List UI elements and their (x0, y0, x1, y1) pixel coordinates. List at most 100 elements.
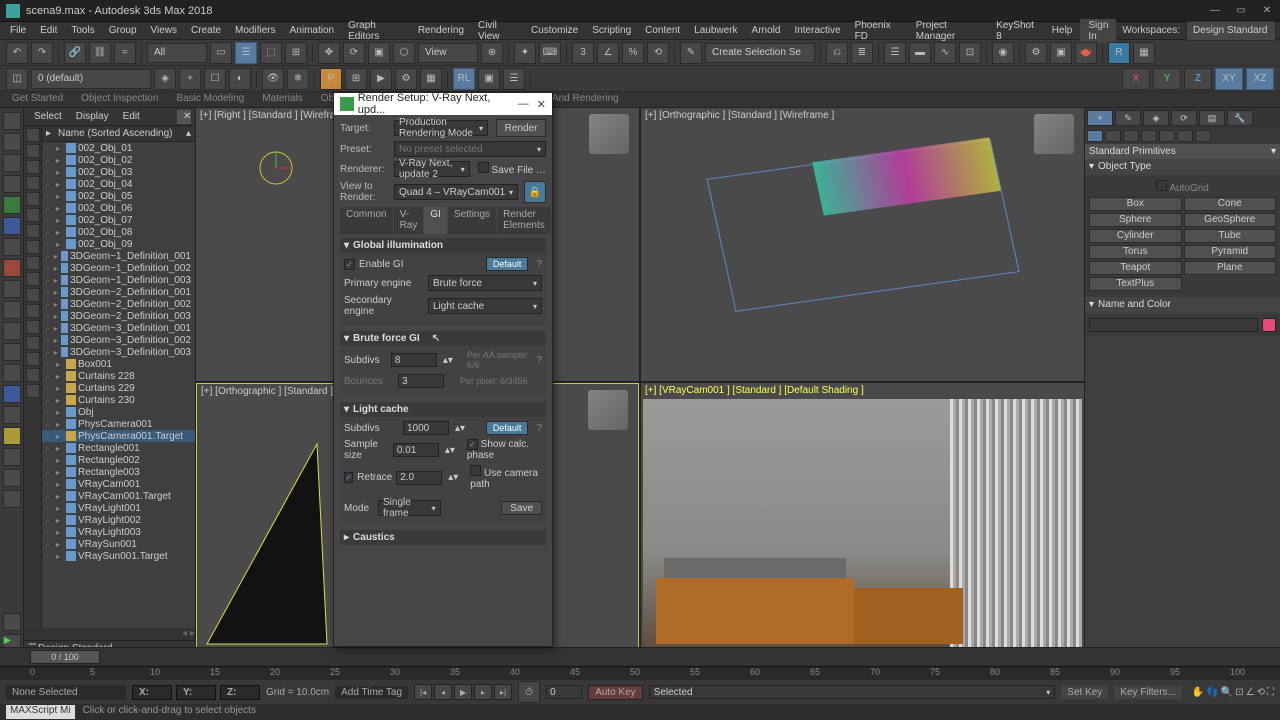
ribbon-inspection[interactable]: Object Inspection (73, 92, 166, 107)
scene-item[interactable]: ◦▸Curtains 229 (42, 382, 195, 394)
secondary-engine-dropdown[interactable]: Light cache (428, 298, 542, 314)
scene-item[interactable]: ◦▸3DGeom~1_Definition_001 (42, 250, 195, 262)
retrace-checkbox[interactable]: ✓ (344, 472, 353, 483)
scene-item[interactable]: ◦▸3DGeom~3_Definition_003 (42, 346, 195, 358)
x-constraint-icon[interactable]: X (1122, 68, 1150, 90)
helper-icon[interactable] (3, 490, 21, 508)
scene-filter-light-icon[interactable] (26, 256, 40, 270)
scene-item[interactable]: ◦▸VRayLight001 (42, 502, 195, 514)
move-icon[interactable]: ✥ (318, 42, 340, 64)
autokey-button[interactable]: Auto Key (588, 685, 643, 700)
scene-item[interactable]: ◦▸Rectangle003 (42, 466, 195, 478)
scene-item[interactable]: ◦▸3DGeom~1_Definition_002 (42, 262, 195, 274)
manipulate-icon[interactable]: ✦ (514, 42, 536, 64)
toggle-ribbon-icon[interactable]: ▬ (909, 42, 931, 64)
prev-frame-icon[interactable]: ◂ (434, 684, 452, 700)
vray-render-icon[interactable]: R (1108, 42, 1130, 64)
scene-tab-select[interactable]: Select (28, 110, 68, 123)
tab-render-elements[interactable]: Render Elements (497, 207, 551, 233)
showcalc-checkbox[interactable]: ✓ (467, 439, 478, 450)
scene-item[interactable]: ◦▸002_Obj_06 (42, 202, 195, 214)
editor-icon[interactable]: ☰ (503, 68, 525, 90)
scene-item[interactable]: ◦▸002_Obj_09 (42, 238, 195, 250)
scene-item[interactable]: ◦▸VRaySun001.Target (42, 550, 195, 562)
freeze-icon[interactable]: ❄ (287, 68, 309, 90)
sub-geometry-icon[interactable] (1087, 130, 1103, 142)
rotate-icon[interactable]: ⟳ (343, 42, 365, 64)
maximize-icon[interactable]: ▭ (1234, 4, 1248, 18)
viewport-top-right[interactable]: [+] [Orthographic ] [Standard ] [Wirefra… (641, 108, 1084, 381)
pan-view-icon[interactable]: ✋ (1192, 687, 1204, 698)
setkey-button[interactable]: Set Key (1061, 686, 1108, 699)
cube-icon[interactable] (3, 343, 21, 361)
object-name-input[interactable] (1089, 318, 1258, 332)
menu-keyshot[interactable]: KeyShot 8 (990, 19, 1044, 43)
scene-filter-bone-icon[interactable] (26, 320, 40, 334)
camera-icon[interactable] (3, 448, 21, 466)
menu-group[interactable]: Group (103, 24, 143, 37)
render-setup-icon[interactable]: ⚙ (1025, 42, 1047, 64)
scale-icon[interactable]: ▣ (368, 42, 390, 64)
tab-settings[interactable]: Settings (448, 207, 496, 233)
gi-default-button[interactable]: Default (486, 257, 529, 271)
primitive-button-geosphere[interactable]: GeoSphere (1184, 213, 1277, 227)
undo-icon[interactable]: ↶ (6, 42, 28, 64)
scene-item[interactable]: ◦▸VRaySun001 (42, 538, 195, 550)
time-slider[interactable]: 0 / 100 (0, 648, 1280, 666)
render-button[interactable]: Render (496, 119, 546, 137)
scene-tab-edit[interactable]: Edit (117, 110, 146, 123)
align-icon[interactable]: ≣ (851, 42, 873, 64)
maximize-vp-icon[interactable]: ⛶ (1267, 687, 1274, 698)
close-icon[interactable]: ✕ (1260, 4, 1274, 18)
scene-search-icon[interactable] (26, 128, 40, 142)
sub-spacewarps-icon[interactable] (1177, 130, 1193, 142)
cmd-tab-display[interactable]: ▤ (1199, 110, 1225, 126)
light-icon[interactable] (3, 427, 21, 445)
scene-expand-icon[interactable] (26, 192, 40, 206)
render-frame-icon[interactable]: ▣ (1050, 42, 1072, 64)
xy-constraint-icon[interactable]: XY (1215, 68, 1243, 90)
primitive-button-tube[interactable]: Tube (1184, 229, 1277, 243)
menu-grapheditor[interactable]: Graph Editors (342, 19, 410, 43)
relax-icon[interactable]: RL (453, 68, 475, 90)
viewcube-icon[interactable] (588, 390, 628, 430)
menu-pm[interactable]: Project Manager (910, 19, 988, 43)
play-anim-icon[interactable]: ▶ (454, 684, 472, 700)
gi-rollout[interactable]: Global illumination (353, 240, 443, 251)
sun-icon[interactable] (3, 406, 21, 424)
link-icon[interactable]: 🔗 (64, 42, 86, 64)
placement-icon[interactable]: ⬡ (393, 42, 415, 64)
render-production-icon[interactable]: 🫖 (1075, 42, 1097, 64)
cmd-tab-create[interactable]: + (1087, 110, 1113, 126)
zoom-icon[interactable]: 🔍 (1221, 687, 1233, 698)
select-object-icon[interactable]: ▭ (210, 42, 232, 64)
scene-tab-display[interactable]: Display (70, 110, 115, 123)
cmd-tab-utilities[interactable]: 🔧 (1227, 110, 1253, 126)
xz-constraint-icon[interactable]: XZ (1246, 68, 1274, 90)
redo-icon[interactable]: ↷ (31, 42, 53, 64)
sub-helpers-icon[interactable] (1159, 130, 1175, 142)
scene-filter-xref-icon[interactable] (26, 352, 40, 366)
goto-start-icon[interactable]: |◂ (414, 684, 432, 700)
paint-icon[interactable] (3, 238, 21, 256)
keyfilters-button[interactable]: Key Filters... (1114, 686, 1182, 699)
scene-item[interactable]: ◦▸002_Obj_01 (42, 142, 195, 154)
scene-item[interactable]: ◦▸Obj (42, 406, 195, 418)
caustics-rollout[interactable]: Caustics (353, 532, 395, 543)
sub-systems-icon[interactable] (1195, 130, 1211, 142)
scene-item[interactable]: ◦▸VRayCam001.Target (42, 490, 195, 502)
scene-item[interactable]: ◦▸3DGeom~2_Definition_003 (42, 310, 195, 322)
frame-input[interactable] (546, 685, 582, 699)
scene-item[interactable]: ◦▸Box001 (42, 358, 195, 370)
tab-vray[interactable]: V-Ray (394, 207, 424, 233)
material-editor-icon[interactable]: ◉ (992, 42, 1014, 64)
menu-content[interactable]: Content (639, 24, 686, 37)
goto-end-icon[interactable]: ▸| (494, 684, 512, 700)
target-dropdown[interactable]: Production Rendering Mode (394, 120, 488, 136)
menu-animation[interactable]: Animation (284, 24, 340, 37)
mirror-icon[interactable]: ⎌ (826, 42, 848, 64)
lc-subdivs-spinner[interactable] (403, 421, 449, 435)
scale-tool-icon[interactable] (3, 322, 21, 340)
layer-props-icon[interactable]: ◈ (154, 68, 176, 90)
scene-item[interactable]: ◦▸PhysCamera001.Target (42, 430, 195, 442)
